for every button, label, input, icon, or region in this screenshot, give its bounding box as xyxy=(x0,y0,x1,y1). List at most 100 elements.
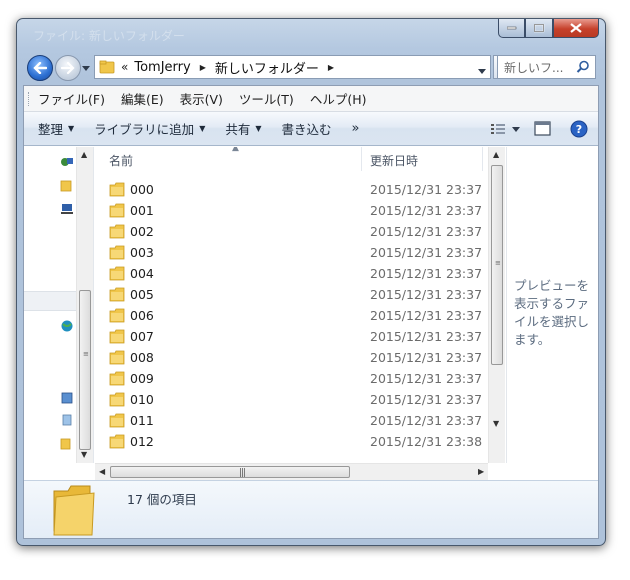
list-item[interactable]: 008 2015/12/31 23:37 xyxy=(95,347,488,368)
folder-icon xyxy=(109,350,125,365)
nav-pane-scroll-thumb[interactable]: ≡ xyxy=(79,290,91,450)
change-view-button[interactable] xyxy=(490,122,506,136)
column-header-name[interactable]: 名前 xyxy=(109,152,133,169)
file-date-modified: 2015/12/31 23:37 xyxy=(370,266,483,281)
file-name: 001 xyxy=(130,203,154,218)
file-date-modified: 2015/12/31 23:37 xyxy=(370,329,483,344)
file-date-modified: 2015/12/31 23:37 xyxy=(370,308,483,323)
address-bar[interactable]: « TomJerry ▶ 新しいフォルダー ▶ xyxy=(94,55,491,79)
include-in-library-button[interactable]: ライブラリに追加 ▼ xyxy=(94,119,205,138)
computer-icon[interactable] xyxy=(60,202,74,216)
file-name: 008 xyxy=(130,350,154,365)
breadcrumb-overflow[interactable]: « xyxy=(121,60,128,74)
scroll-up-icon[interactable]: ▲ xyxy=(81,150,87,159)
menu-help[interactable]: ヘルプ(H) xyxy=(310,89,367,108)
forward-button[interactable] xyxy=(55,55,81,81)
folder-icon xyxy=(109,287,125,302)
folder-icon[interactable] xyxy=(60,179,74,193)
scroll-right-icon[interactable]: ▶ xyxy=(478,467,484,476)
column-divider[interactable] xyxy=(482,147,483,171)
maximize-icon xyxy=(533,23,544,32)
more-commands-button[interactable]: » xyxy=(352,121,360,136)
folder-icon xyxy=(109,434,125,449)
folder-icon xyxy=(109,266,125,281)
scroll-grip-icon: ≡ xyxy=(495,259,501,267)
file-name: 007 xyxy=(130,329,154,344)
list-item[interactable]: 002 2015/12/31 23:37 xyxy=(95,221,488,242)
list-item[interactable]: 004 2015/12/31 23:37 xyxy=(95,263,488,284)
search-input[interactable]: 新しいフ... xyxy=(497,55,596,79)
file-list-scrollbar[interactable]: ▲ ≡ ▼ xyxy=(488,147,505,463)
help-button[interactable]: ? xyxy=(570,120,588,138)
folder-icon xyxy=(109,245,125,260)
file-date-modified: 2015/12/31 23:37 xyxy=(370,392,483,407)
folder-icon xyxy=(109,203,125,218)
control-panel-icon[interactable] xyxy=(60,391,74,405)
search-icon[interactable] xyxy=(576,60,590,74)
address-dropdown-button[interactable] xyxy=(478,63,486,77)
chevron-down-icon xyxy=(82,65,90,71)
list-item[interactable]: 003 2015/12/31 23:37 xyxy=(95,242,488,263)
minimize-button[interactable] xyxy=(498,19,525,38)
file-name: 000 xyxy=(130,182,154,197)
network-icon[interactable] xyxy=(60,155,74,169)
share-button[interactable]: 共有 ▼ xyxy=(225,119,261,138)
scroll-down-icon[interactable]: ▼ xyxy=(493,419,499,428)
scroll-left-icon[interactable]: ◀ xyxy=(99,467,105,476)
recycle-bin-icon[interactable] xyxy=(60,413,74,427)
maximize-button[interactable] xyxy=(525,19,553,38)
list-item[interactable]: 006 2015/12/31 23:37 xyxy=(95,305,488,326)
folder-icon xyxy=(109,371,125,386)
breadcrumb-arrow-icon[interactable]: ▶ xyxy=(200,63,206,72)
view-options-button[interactable] xyxy=(512,126,520,132)
nav-pane-scrollbar[interactable]: ▲ ≡ ▼ xyxy=(76,147,93,463)
nav-selected-item[interactable] xyxy=(24,291,76,311)
list-item[interactable]: 000 2015/12/31 23:37 xyxy=(95,179,488,200)
scroll-up-icon[interactable]: ▲ xyxy=(493,150,499,159)
file-date-modified: 2015/12/31 23:38 xyxy=(370,434,483,449)
list-item[interactable]: 010 2015/12/31 23:37 xyxy=(95,389,488,410)
file-name: 012 xyxy=(130,434,154,449)
menu-view[interactable]: 表示(V) xyxy=(180,89,223,108)
list-item[interactable]: 001 2015/12/31 23:37 xyxy=(95,200,488,221)
menu-tools[interactable]: ツール(T) xyxy=(239,89,294,108)
explorer-window: ファイル: 新しいフォルダー « TomJerry ▶ 新しいフォルダー ▶ 新… xyxy=(16,18,606,546)
breadcrumb-arrow-icon[interactable]: ▶ xyxy=(328,63,334,72)
folder-icon xyxy=(109,392,125,407)
minimize-icon xyxy=(506,26,516,30)
breadcrumb-item[interactable]: TomJerry xyxy=(134,60,190,75)
back-button[interactable] xyxy=(27,55,53,81)
organize-button[interactable]: 整理 ▼ xyxy=(38,119,74,138)
file-list-scroll-thumb[interactable]: ≡ xyxy=(491,165,503,365)
burn-button[interactable]: 書き込む xyxy=(282,119,332,138)
list-item[interactable]: 009 2015/12/31 23:37 xyxy=(95,368,488,389)
title-bar[interactable]: ファイル: 新しいフォルダー xyxy=(17,19,605,53)
recent-pages-button[interactable] xyxy=(81,63,91,73)
column-header-date-modified[interactable]: 更新日時 xyxy=(370,152,418,169)
chevron-down-icon xyxy=(478,69,486,74)
preview-pane-button[interactable] xyxy=(534,121,552,137)
list-item[interactable]: 005 2015/12/31 23:37 xyxy=(95,284,488,305)
file-name: 009 xyxy=(130,371,154,386)
file-date-modified: 2015/12/31 23:37 xyxy=(370,245,483,260)
folder-icon[interactable] xyxy=(60,437,74,451)
navigation-pane: ▲ ≡ ▼ xyxy=(24,147,94,463)
globe-icon[interactable] xyxy=(60,319,74,333)
scroll-grip-icon: ||| xyxy=(239,468,246,478)
column-divider[interactable] xyxy=(361,147,362,171)
details-pane: 17 個の項目 xyxy=(24,480,598,538)
horizontal-scrollbar[interactable]: ◀ ||| ▶ xyxy=(95,463,488,480)
horizontal-scroll-thumb[interactable]: ||| xyxy=(110,466,350,478)
menu-file[interactable]: ファイル(F) xyxy=(38,89,105,108)
list-item[interactable]: 011 2015/12/31 23:37 xyxy=(95,410,488,431)
command-bar: 整理 ▼ ライブラリに追加 ▼ 共有 ▼ 書き込む » ? xyxy=(24,112,598,146)
file-name: 010 xyxy=(130,392,154,407)
close-button[interactable] xyxy=(553,19,599,38)
svg-text:?: ? xyxy=(576,123,582,136)
list-item[interactable]: 007 2015/12/31 23:37 xyxy=(95,326,488,347)
list-item[interactable]: 012 2015/12/31 23:38 xyxy=(95,431,488,452)
menu-edit[interactable]: 編集(E) xyxy=(121,89,164,108)
scroll-down-icon[interactable]: ▼ xyxy=(81,450,87,459)
preview-pane: プレビューを表示するファイルを選択します。 xyxy=(506,147,598,463)
breadcrumb-item[interactable]: 新しいフォルダー xyxy=(215,58,319,77)
